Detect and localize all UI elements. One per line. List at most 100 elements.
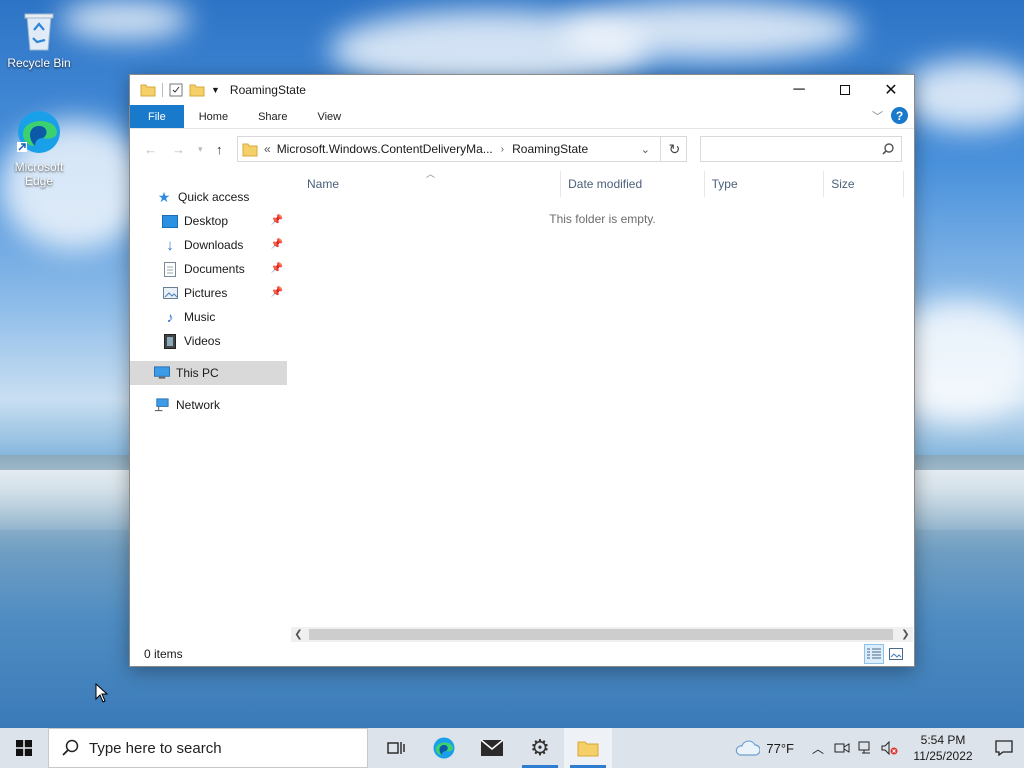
ribbon: File Home Share View ﹀ ? xyxy=(130,105,914,129)
scrollbar-thumb[interactable] xyxy=(309,629,893,640)
nav-item-documents[interactable]: Documents 📌 xyxy=(130,257,287,281)
nav-item-network[interactable]: Network xyxy=(130,393,287,417)
gear-icon: ⚙ xyxy=(530,735,550,760)
nav-item-this-pc[interactable]: This PC xyxy=(130,361,287,385)
download-icon: ↓ xyxy=(166,236,174,254)
scroll-right-icon[interactable]: ❯ xyxy=(898,627,913,642)
properties-icon[interactable] xyxy=(169,83,183,97)
network-icon xyxy=(154,397,170,413)
nav-label: Network xyxy=(176,398,221,412)
tab-view[interactable]: View xyxy=(302,105,356,128)
address-overflow[interactable]: « xyxy=(264,142,271,156)
notification-icon xyxy=(995,740,1013,756)
quick-access-toolbar: ▼ xyxy=(130,83,220,97)
expand-ribbon-icon[interactable]: ﹀ xyxy=(872,108,883,124)
nav-item-downloads[interactable]: ↓ Downloads 📌 xyxy=(130,233,287,257)
recent-locations-chevron-icon[interactable]: ▾ xyxy=(198,144,203,155)
notification-center-button[interactable] xyxy=(984,728,1024,768)
search-box[interactable] xyxy=(700,136,902,162)
empty-folder-message: This folder is empty. xyxy=(549,212,656,226)
cloud xyxy=(60,0,190,40)
up-button[interactable]: ↑ xyxy=(216,142,223,157)
pictures-icon xyxy=(162,285,178,301)
column-header-name[interactable]: Name xyxy=(300,171,562,197)
nav-item-videos[interactable]: Videos xyxy=(130,329,287,353)
edge-icon xyxy=(17,111,60,153)
help-icon[interactable]: ? xyxy=(891,107,908,124)
new-folder-icon[interactable] xyxy=(189,83,205,97)
large-icons-view-button[interactable] xyxy=(886,644,906,664)
weather-temperature: 77°F xyxy=(766,740,794,756)
horizontal-scrollbar[interactable]: ❮ ❯ xyxy=(291,627,913,642)
close-button[interactable]: ✕ xyxy=(868,75,914,105)
search-input[interactable] xyxy=(701,137,871,161)
desktop-icon-recycle-bin[interactable]: Recycle Bin xyxy=(1,8,77,70)
navigation-pane: ★ Quick access Desktop 📌 ↓ Downloads 📌 D… xyxy=(130,185,287,417)
clock[interactable]: 5:54 PM 11/25/2022 xyxy=(908,732,978,764)
pin-icon[interactable]: 📌 xyxy=(271,215,283,226)
details-view-icon xyxy=(867,648,881,659)
volume-button[interactable] xyxy=(878,728,902,768)
nav-label: This PC xyxy=(176,366,219,380)
window-title: RoamingState xyxy=(229,83,306,97)
close-icon: ✕ xyxy=(884,82,898,99)
taskbar-settings-button[interactable]: ⚙ xyxy=(516,728,564,768)
desktop-icon-label: Recycle Bin xyxy=(7,56,71,70)
network-wired-icon xyxy=(858,741,870,754)
details-view-button[interactable] xyxy=(864,644,884,664)
search-icon xyxy=(882,143,894,155)
scroll-left-icon[interactable]: ❮ xyxy=(291,627,306,642)
nav-item-music[interactable]: ♪ Music xyxy=(130,305,287,329)
pin-icon[interactable]: 📌 xyxy=(271,287,283,298)
toolbar-separator xyxy=(162,83,163,97)
tab-home[interactable]: Home xyxy=(184,105,243,128)
maximize-button[interactable] xyxy=(822,75,868,105)
item-count: 0 items xyxy=(144,647,183,661)
cloud xyxy=(560,0,860,60)
pin-icon[interactable]: 📌 xyxy=(271,263,283,274)
title-bar[interactable]: ▼ RoamingState ─ ✕ xyxy=(130,75,914,105)
forward-button[interactable]: → xyxy=(172,142,185,157)
search-icon xyxy=(62,739,79,756)
column-header-size[interactable]: Size xyxy=(824,171,904,197)
chevron-down-icon[interactable]: ▼ xyxy=(211,85,220,95)
mail-icon xyxy=(480,739,504,756)
folder-icon xyxy=(140,84,156,97)
edge-icon xyxy=(433,737,455,759)
nav-item-quick-access[interactable]: ★ Quick access xyxy=(130,185,287,209)
network-status-button[interactable] xyxy=(854,728,878,768)
nav-item-desktop[interactable]: Desktop 📌 xyxy=(130,209,287,233)
nav-label: Music xyxy=(184,310,216,324)
taskbar-search-box[interactable]: Type here to search xyxy=(48,728,368,768)
meet-now-button[interactable] xyxy=(830,728,854,768)
minimize-button[interactable]: ─ xyxy=(776,75,822,105)
desktop-icon-edge[interactable]: Microsoft Edge xyxy=(1,108,77,188)
desktop-folder-icon xyxy=(162,213,178,229)
pin-icon[interactable]: 📌 xyxy=(271,239,283,250)
tab-file[interactable]: File xyxy=(130,105,184,128)
start-button[interactable] xyxy=(0,728,48,768)
address-segment[interactable]: RoamingState xyxy=(512,142,588,156)
tab-share[interactable]: Share xyxy=(243,105,302,128)
clock-time: 5:54 PM xyxy=(920,733,966,747)
address-segment[interactable]: Microsoft.Windows.ContentDeliveryMa... xyxy=(277,142,493,156)
show-hidden-icons-button[interactable]: ︿ xyxy=(806,728,830,768)
back-button[interactable]: ← xyxy=(144,142,157,157)
column-header-type[interactable]: Type xyxy=(705,171,825,197)
address-bar[interactable]: « Microsoft.Windows.ContentDeliveryMa...… xyxy=(237,136,687,162)
taskbar-file-explorer-button[interactable] xyxy=(564,728,612,768)
address-dropdown-icon[interactable]: ⌄ xyxy=(641,143,650,156)
taskbar-mail-button[interactable] xyxy=(468,728,516,768)
breadcrumb-chevron-icon[interactable]: › xyxy=(501,144,504,155)
task-view-button[interactable] xyxy=(372,728,420,768)
nav-item-pictures[interactable]: Pictures 📌 xyxy=(130,281,287,305)
column-header-date-modified[interactable]: Date modified xyxy=(561,171,705,197)
taskbar-edge-button[interactable] xyxy=(420,728,468,768)
weather-widget[interactable]: 77°F xyxy=(734,740,794,756)
clock-date: 11/25/2022 xyxy=(913,749,973,763)
refresh-button[interactable]: ↻ xyxy=(660,136,688,162)
desktop-icon-label: Microsoft Edge xyxy=(14,160,64,188)
navigation-bar: ← → ▾ ↑ « Microsoft.Windows.ContentDeliv… xyxy=(130,132,914,166)
